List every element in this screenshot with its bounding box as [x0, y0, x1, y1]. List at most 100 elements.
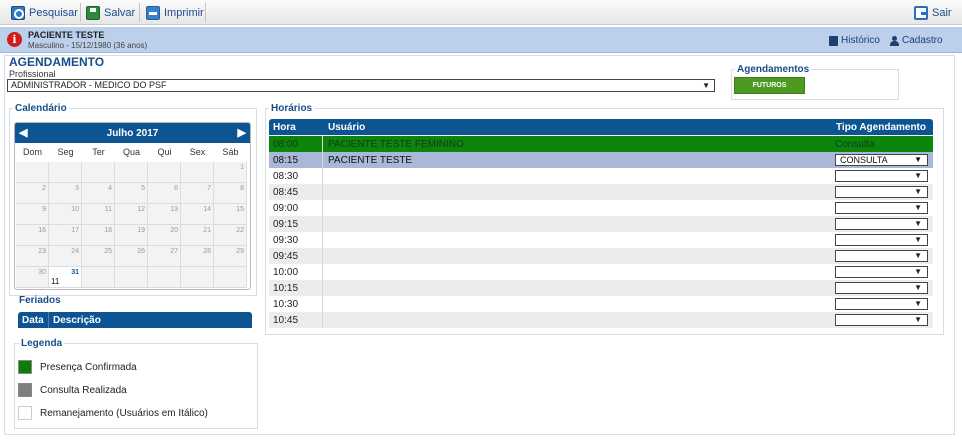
calendar-day[interactable]: 4	[82, 183, 115, 204]
schedule-row[interactable]: 09:15 ▼	[269, 216, 933, 232]
calendar-day[interactable]: 30	[16, 267, 49, 288]
cadastro-link[interactable]: Cadastro	[890, 35, 943, 46]
col-hora: Hora	[273, 122, 296, 133]
patient-name: PACIENTE TESTE	[28, 30, 105, 40]
calendar-day-selected[interactable]: 31 11	[49, 267, 82, 288]
calendar-day[interactable]: 25	[82, 246, 115, 267]
feriados-table-header: Data Descrição	[18, 312, 252, 328]
calendar-day	[181, 162, 214, 183]
calendar-day-number: 29	[236, 248, 244, 255]
profissional-label: Profissional	[9, 69, 56, 79]
calendar-day[interactable]: 3	[49, 183, 82, 204]
calendar-day[interactable]: 20	[148, 225, 181, 246]
historico-link[interactable]: Histórico	[829, 35, 880, 46]
calendar-day[interactable]: 18	[82, 225, 115, 246]
tipo-agendamento-select[interactable]: CONSULTA ▼	[835, 154, 928, 166]
row-hora: 10:45	[273, 315, 299, 326]
tipo-agendamento-select[interactable]: ▼	[835, 266, 928, 278]
calendar-day[interactable]: 7	[181, 183, 214, 204]
schedule-row[interactable]: 10:00 ▼	[269, 264, 933, 280]
schedule-row[interactable]: 09:00 ▼	[269, 200, 933, 216]
calendar-day	[16, 162, 49, 183]
patient-bar: i PACIENTE TESTE Masculino - 15/12/1980 …	[0, 27, 962, 53]
schedule-row[interactable]: 08:30 ▼	[269, 168, 933, 184]
calendar-day[interactable]: 15	[214, 204, 247, 225]
tipo-agendamento-select[interactable]: ▼	[835, 170, 928, 182]
calendar-day[interactable]: 8	[214, 183, 247, 204]
feriados-col-data: Data	[22, 315, 44, 326]
calendar-day[interactable]: 26	[115, 246, 148, 267]
schedule-row[interactable]: 10:30 ▼	[269, 296, 933, 312]
sair-button[interactable]: Sair	[914, 3, 952, 22]
row-hora: 08:30	[273, 171, 299, 182]
schedule-row[interactable]: 08:45 ▼	[269, 184, 933, 200]
col-divider	[322, 296, 323, 312]
patient-details: Masculino - 15/12/1980 (36 anos)	[28, 41, 148, 50]
calendar-day[interactable]: 14	[181, 204, 214, 225]
schedule-row[interactable]: 08:00 PACIENTE TESTE FEMININO Consulta	[269, 136, 933, 152]
calendar-month: Julho 2017	[106, 128, 159, 139]
chevron-down-icon: ▼	[914, 219, 922, 228]
tipo-agendamento-select[interactable]: ▼	[835, 298, 928, 310]
futuros-button[interactable]: FUTUROS	[734, 77, 805, 94]
calendar-day[interactable]: 23	[16, 246, 49, 267]
calendar-day[interactable]: 29	[214, 246, 247, 267]
schedule-row[interactable]: 08:15 PACIENTE TESTE CONSULTA ▼	[269, 152, 933, 168]
calendar-day-number: 25	[104, 248, 112, 255]
row-usuario: PACIENTE TESTE	[328, 155, 413, 166]
schedule-row[interactable]: 10:15 ▼	[269, 280, 933, 296]
col-divider	[322, 200, 323, 216]
row-hora: 08:45	[273, 187, 299, 198]
calendar-day[interactable]: 6	[148, 183, 181, 204]
calendar-day[interactable]: 2	[16, 183, 49, 204]
calendar-day[interactable]: 16	[16, 225, 49, 246]
col-divider	[322, 248, 323, 264]
row-hora: 10:00	[273, 267, 299, 278]
calendar-day[interactable]: 27	[148, 246, 181, 267]
calendar-day[interactable]: 24	[49, 246, 82, 267]
user-icon	[890, 35, 899, 46]
calendar-day-number: 13	[170, 206, 178, 213]
tipo-agendamento-select[interactable]: ▼	[835, 282, 928, 294]
tipo-agendamento-select[interactable]: ▼	[835, 218, 928, 230]
calendar-day[interactable]: 11	[82, 204, 115, 225]
profissional-select[interactable]: ADMINISTRADOR - MEDICO DO PSF ▼	[7, 79, 715, 92]
salvar-label: Salvar	[104, 6, 136, 19]
next-month-icon[interactable]: ▶	[238, 126, 246, 139]
agendamentos-title: Agendamentos	[735, 64, 812, 75]
calendar-day[interactable]: 21	[181, 225, 214, 246]
calendar-day[interactable]: 13	[148, 204, 181, 225]
col-tipo: Tipo Agendamento	[836, 122, 926, 133]
calendar-day[interactable]: 22	[214, 225, 247, 246]
tipo-agendamento-select[interactable]: ▼	[835, 186, 928, 198]
tipo-agendamento-select[interactable]: ▼	[835, 234, 928, 246]
calendar-day[interactable]: 17	[49, 225, 82, 246]
salvar-button[interactable]: Salvar	[86, 3, 135, 22]
tipo-agendamento-select[interactable]: ▼	[835, 202, 928, 214]
tipo-agendamento-select[interactable]: ▼	[835, 250, 928, 262]
calendar-day[interactable]: 19	[115, 225, 148, 246]
calendar-day[interactable]: 1	[214, 162, 247, 183]
calendar-day-number: 31	[71, 269, 79, 276]
calendar-day[interactable]: 9	[16, 204, 49, 225]
pesquisar-button[interactable]: Pesquisar	[11, 3, 78, 22]
schedule-row[interactable]: 10:45 ▼	[269, 312, 933, 328]
calendar-day-number: 18	[104, 227, 112, 234]
schedule-row[interactable]: 09:45 ▼	[269, 248, 933, 264]
imprimir-button[interactable]: Imprimir	[146, 3, 204, 22]
calendar-day-number: 8	[240, 185, 244, 192]
calendar-day[interactable]: 10	[49, 204, 82, 225]
profissional-value: ADMINISTRADOR - MEDICO DO PSF	[11, 80, 167, 90]
calendar-day[interactable]: 5	[115, 183, 148, 204]
tipo-agendamento-select[interactable]: ▼	[835, 314, 928, 326]
schedule-row[interactable]: 09:30 ▼	[269, 232, 933, 248]
calendar-day[interactable]: 28	[181, 246, 214, 267]
print-icon	[146, 5, 160, 20]
col-divider	[322, 168, 323, 184]
calendar-day-number: 17	[71, 227, 79, 234]
book-icon	[829, 35, 838, 46]
calendar-day[interactable]: 12	[115, 204, 148, 225]
toolbar-divider	[80, 3, 81, 22]
col-divider	[322, 264, 323, 280]
weekday-label: Qua	[122, 147, 140, 157]
